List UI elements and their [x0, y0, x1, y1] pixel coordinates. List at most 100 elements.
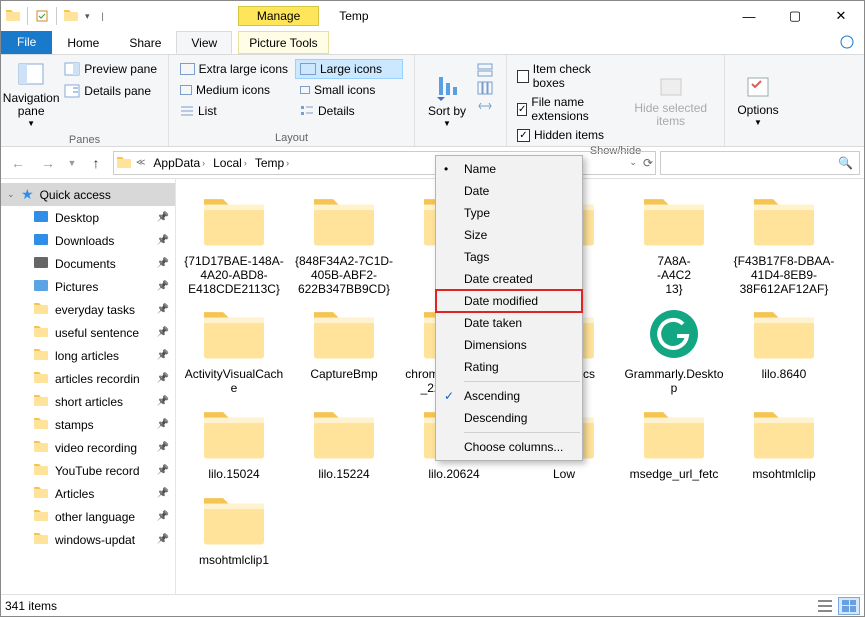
- nav-item[interactable]: other language📌: [1, 505, 175, 528]
- folder-icon: [33, 485, 49, 502]
- file-item[interactable]: {F43B17F8-DBAA-41D4-8EB9-38F612AF12AF}: [730, 189, 838, 298]
- nav-item[interactable]: Articles📌: [1, 482, 175, 505]
- breadcrumb[interactable]: Temp›: [251, 156, 293, 170]
- forward-button[interactable]: →: [35, 150, 61, 176]
- qat-dropdown[interactable]: ▾: [81, 11, 94, 22]
- nav-item[interactable]: everyday tasks📌: [1, 298, 175, 321]
- menu-item[interactable]: Descending: [436, 407, 582, 429]
- tab-share[interactable]: Share: [114, 31, 176, 54]
- breadcrumb[interactable]: Local›: [209, 156, 251, 170]
- status-bar: 341 items: [1, 594, 864, 616]
- back-button[interactable]: ←: [5, 150, 31, 176]
- nav-quick-access[interactable]: ⌄ ★ Quick access: [1, 183, 175, 206]
- file-label: Low: [553, 468, 575, 482]
- menu-item[interactable]: Rating: [436, 356, 582, 378]
- hide-selected-button[interactable]: Hide selected items: [623, 59, 718, 143]
- nav-item[interactable]: Desktop📌: [1, 206, 175, 229]
- nav-item[interactable]: Pictures📌: [1, 275, 175, 298]
- nav-item[interactable]: windows-updat📌: [1, 528, 175, 551]
- add-columns-icon[interactable]: [477, 81, 493, 95]
- file-item[interactable]: Grammarly.Desktop: [620, 302, 728, 398]
- nav-item[interactable]: stamps📌: [1, 413, 175, 436]
- file-item[interactable]: {848F34A2-7C1D-405B-ABF2-622B347BB9CD}: [290, 189, 398, 298]
- pin-icon: 📌: [157, 212, 169, 223]
- nav-item[interactable]: long articles📌: [1, 344, 175, 367]
- options-button[interactable]: Options ▼: [731, 59, 785, 142]
- item-checkboxes-toggle[interactable]: Item check boxes: [513, 61, 619, 91]
- menu-item[interactable]: Type: [436, 202, 582, 224]
- layout-small[interactable]: Small icons: [295, 80, 403, 100]
- search-box[interactable]: 🔍: [660, 151, 860, 175]
- file-item[interactable]: msedge_url_fetc: [620, 402, 728, 484]
- sort-by-button[interactable]: Sort by ▼: [421, 59, 473, 142]
- file-item[interactable]: msohtmlclip1: [180, 488, 288, 570]
- breadcrumb[interactable]: AppData›: [149, 156, 209, 170]
- close-button[interactable]: ✕: [818, 1, 864, 31]
- menu-item[interactable]: Date created: [436, 268, 582, 290]
- qat-item[interactable]: [34, 8, 50, 24]
- layout-list[interactable]: List: [175, 101, 293, 121]
- sort-by-menu: •NameDateTypeSizeTagsDate createdDate mo…: [435, 155, 583, 461]
- preview-pane-button[interactable]: Preview pane: [59, 59, 162, 79]
- layout-large[interactable]: Large icons: [295, 59, 403, 79]
- menu-item[interactable]: Date: [436, 180, 582, 202]
- file-label: lilo.20624: [428, 468, 479, 482]
- file-item[interactable]: lilo.15024: [180, 402, 288, 484]
- file-item[interactable]: ActivityVisualCache: [180, 302, 288, 398]
- nav-item[interactable]: short articles📌: [1, 390, 175, 413]
- tab-file[interactable]: File: [1, 31, 52, 54]
- nav-item[interactable]: articles recordin📌: [1, 367, 175, 390]
- minimize-button[interactable]: —: [726, 1, 772, 31]
- layout-details[interactable]: Details: [295, 101, 403, 121]
- hidden-items-toggle[interactable]: ✓Hidden items: [513, 127, 619, 143]
- help-button[interactable]: [830, 31, 864, 54]
- file-item[interactable]: 7A8A- -A4C2 13}: [620, 189, 728, 298]
- file-item[interactable]: {71D17BAE-148A-4A20-ABD8-E418CDE2113C}: [180, 189, 288, 298]
- qat-item[interactable]: [63, 8, 79, 24]
- menu-item[interactable]: Date modified: [436, 290, 582, 312]
- pin-icon: 📌: [157, 534, 169, 545]
- history-dropdown[interactable]: ▼: [65, 150, 79, 176]
- menu-item[interactable]: Size: [436, 224, 582, 246]
- view-large-icons-button[interactable]: [838, 597, 860, 615]
- context-tool-picture[interactable]: Picture Tools: [238, 31, 328, 54]
- address-dropdown[interactable]: ⌄: [629, 157, 637, 168]
- nav-item[interactable]: video recording📌: [1, 436, 175, 459]
- folder-icon: [195, 304, 273, 364]
- details-pane-button[interactable]: Details pane: [59, 81, 162, 101]
- nav-item[interactable]: useful sentence📌: [1, 321, 175, 344]
- nav-item[interactable]: YouTube record📌: [1, 459, 175, 482]
- layout-extra-large[interactable]: Extra large icons: [175, 59, 293, 79]
- group-by-icon[interactable]: [477, 63, 493, 77]
- menu-item[interactable]: ✓Ascending: [436, 385, 582, 407]
- menu-item[interactable]: Dimensions: [436, 334, 582, 356]
- refresh-button[interactable]: ⟳: [643, 156, 653, 170]
- nav-item[interactable]: Downloads📌: [1, 229, 175, 252]
- menu-item[interactable]: Date taken: [436, 312, 582, 334]
- up-button[interactable]: ↑: [83, 150, 109, 176]
- pin-icon: 📌: [157, 419, 169, 430]
- search-icon: 🔍: [838, 156, 853, 170]
- menu-item[interactable]: •Name: [436, 158, 582, 180]
- layout-medium[interactable]: Medium icons: [175, 80, 293, 100]
- file-item[interactable]: lilo.8640: [730, 302, 838, 398]
- tab-view[interactable]: View: [176, 31, 232, 54]
- size-columns-icon[interactable]: [477, 99, 493, 113]
- tab-home[interactable]: Home: [52, 31, 114, 54]
- label: Hide selected items: [630, 102, 711, 128]
- pin-icon: 📌: [157, 327, 169, 338]
- navigation-pane-button[interactable]: Navigation pane ▼: [7, 59, 55, 132]
- view-details-button[interactable]: [814, 597, 836, 615]
- file-item[interactable]: lilo.15224: [290, 402, 398, 484]
- filename-ext-toggle[interactable]: ✓File name extensions: [513, 94, 619, 124]
- menu-item-choose-columns[interactable]: Choose columns...: [436, 436, 582, 458]
- maximize-button[interactable]: ▢: [772, 1, 818, 31]
- file-item[interactable]: msohtmlclip: [730, 402, 838, 484]
- context-tab-manage[interactable]: Manage: [238, 6, 319, 26]
- nav-label: Articles: [55, 487, 94, 501]
- folder-icon: [195, 404, 273, 464]
- nav-item[interactable]: Documents📌: [1, 252, 175, 275]
- quick-access-toolbar: ▾ |: [5, 7, 108, 25]
- file-item[interactable]: CaptureBmp: [290, 302, 398, 398]
- menu-item[interactable]: Tags: [436, 246, 582, 268]
